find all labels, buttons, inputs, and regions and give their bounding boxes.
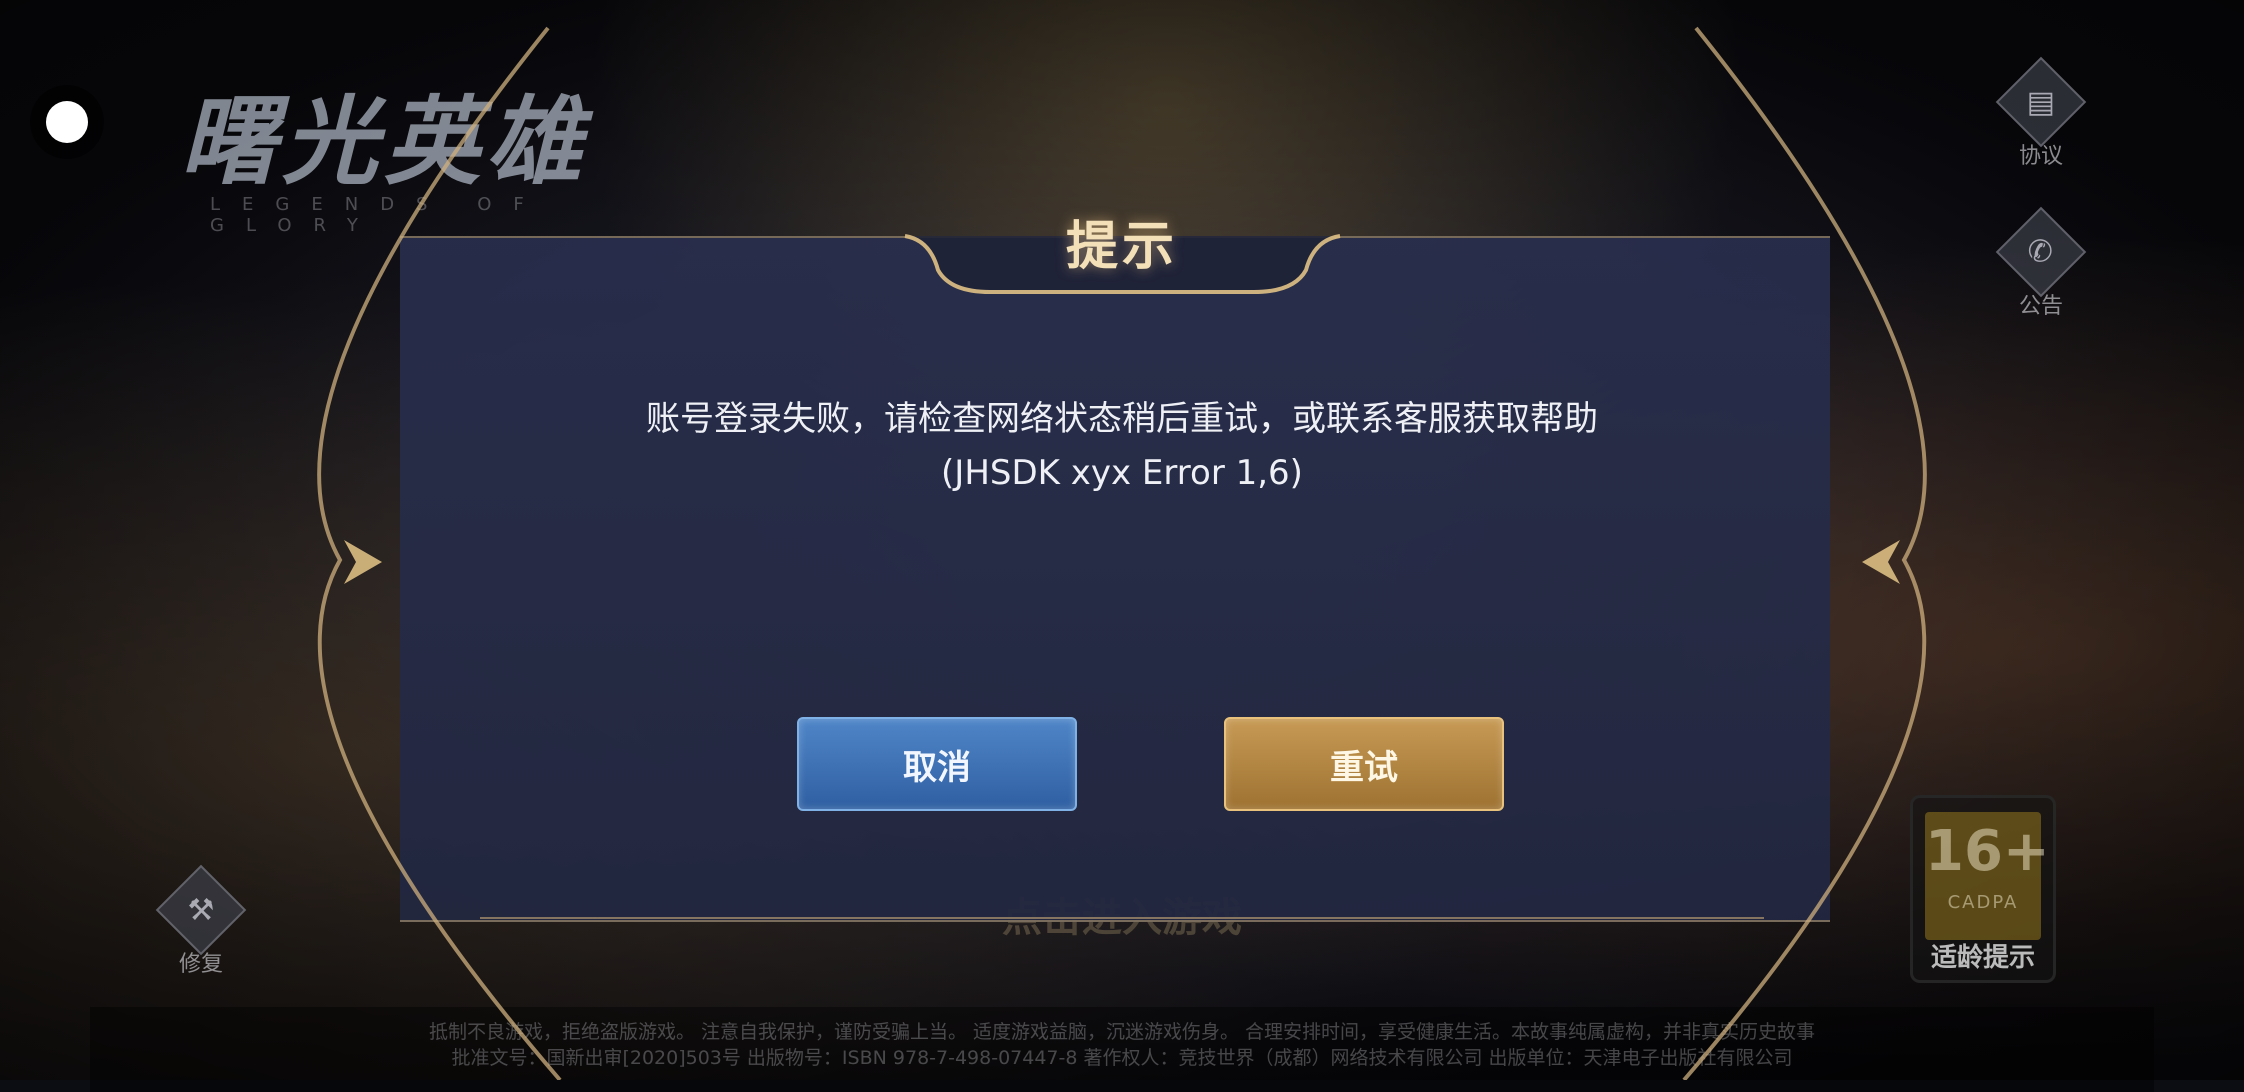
cancel-button[interactable]: 取消 — [797, 717, 1077, 811]
left-ornament — [344, 540, 382, 584]
dialog-message: 账号登录失败，请检查网络状态稍后重试，或联系客服获取帮助(JHSDK xyx E… — [646, 399, 1598, 493]
dialog-title: 提示 — [1065, 217, 1178, 277]
right-ornament — [1862, 540, 1900, 584]
retry-button[interactable]: 重试 — [1224, 717, 1504, 811]
dialog-ornament-frame — [317, 26, 1927, 1080]
